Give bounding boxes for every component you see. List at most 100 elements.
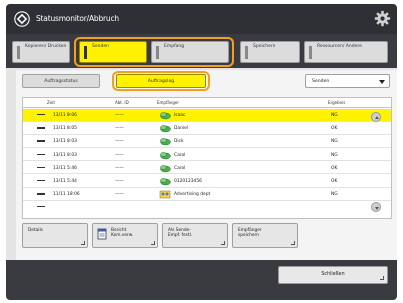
tab-label: Empfang [164,44,185,49]
window-title: Statusmonitor/Abbruch [36,14,119,23]
table-row[interactable]: 13/11 5:46 —— Carol OK [23,162,391,175]
cell-result: OK [331,165,338,171]
tab-label: Speichern [253,44,276,49]
cell-recipient: 0120123456 [174,179,202,184]
corner-indicator [380,276,384,280]
comm-report-button[interactable]: Bericht Kom.verw. [92,223,158,248]
gear-icon[interactable] [374,10,391,27]
column-header-job-id: Abt. ID [115,100,129,105]
cell-recipient: Carol [174,152,186,158]
cell-time: 11/11 18:06 [53,192,80,198]
cell-recipient: Daniel [174,126,188,132]
cell-result: NG [331,139,338,145]
cell-time: 13/11 8:03 [53,152,77,158]
table-row[interactable]: 11/11 18:06 —— Advertising dept NG [23,188,391,201]
job-type-icon [37,127,45,129]
corner-indicator [221,241,225,245]
subtab-job-log[interactable]: Auftragslog [116,74,206,88]
job-type-icon [37,193,45,195]
cell-job-id: —— [115,165,124,171]
table-row[interactable]: 13/11 5:44 —— 0120123456 OK [23,175,391,188]
contact-icon [160,165,171,173]
tab-indicator [156,46,159,59]
status-monitor-icon [14,11,30,27]
job-type-icon [37,180,45,182]
table-row[interactable]: 13/11 8:05 —— Daniel OK [23,122,391,135]
column-header-result: Ergebnis [328,100,346,105]
tab-label: Ressourcen/ Andere [317,44,362,49]
contact-icon [160,138,171,146]
tab-resources[interactable]: Ressourcen/ Andere [304,41,388,63]
group-icon [159,190,171,199]
table-row[interactable]: 13/11 8:03 —— Carol NG [23,149,391,162]
table-header: Zeit Abt. ID Empfänger Ergebnis [23,98,391,108]
tab-indicator [309,46,312,59]
title-bar: Statusmonitor/Abbruch [6,4,397,34]
close-label: Schließen [321,272,345,277]
cell-result: NG [331,192,338,198]
cell-job-id: —— [115,152,124,158]
register-label-2: Empf. festl. [168,233,193,238]
table-row-partial [23,201,391,208]
details-label: Details [28,228,43,233]
dropdown-value: Senden [312,79,330,84]
cell-result: OK [331,179,338,184]
corner-indicator [151,241,155,245]
cell-time: 13/11 8:05 [53,126,77,132]
job-type-icon [37,166,45,169]
scroll-down-button[interactable] [371,202,381,212]
cell-result: OK [331,126,338,132]
column-header-time: Zeit [47,100,55,105]
cell-job-id: —— [115,192,124,198]
main-tab-bar: Kopieren/ Drucken Senden Empfang Speiche… [6,34,397,68]
footer-bar: Schließen [6,260,397,300]
corner-indicator [291,241,295,245]
cell-recipient: Dick [174,139,184,145]
cell-result: NG [331,152,338,158]
cell-time: 13/11 5:46 [53,165,77,171]
scroll-up-button[interactable] [371,112,381,122]
close-button[interactable]: Schließen [278,266,388,284]
cell-recipient: Carol [174,165,186,171]
cell-job-id: —— [115,139,124,145]
job-type-icon [37,140,45,142]
send-type-dropdown[interactable]: Senden [305,74,390,88]
corner-indicator [81,241,85,245]
contact-icon [160,151,171,159]
subtab-job-status[interactable]: Auftragsstatus [22,74,100,88]
tab-indicator [84,46,87,59]
tab-store[interactable]: Speichern [240,41,300,63]
job-log-table: Zeit Abt. ID Empfänger Ergebnis 13/11 8:… [22,97,392,219]
tab-label: Kopieren/ Drucken [25,44,67,49]
cell-recipient: Isaac [174,113,186,118]
cell-job-id: —— [115,179,124,184]
report-icon [97,228,107,240]
tab-indicator [245,46,248,59]
contact-icon [160,112,171,120]
chevron-down-icon [379,80,385,84]
tab-receive[interactable]: Empfang [151,41,229,63]
cell-time: 13/11 8:03 [53,139,77,145]
subtab-label: Auftragslog [147,79,175,84]
table-row[interactable]: 13/11 8:06 —— Isaac NG [23,109,391,122]
subtab-label: Auftragsstatus [44,79,78,84]
register-recipient-button[interactable]: Als Sende- Empf. festl. [162,223,228,248]
table-row[interactable]: 13/11 8:03 —— Dick NG [23,135,391,148]
details-button[interactable]: Details [22,223,88,248]
cell-recipient: Advertising dept [174,192,211,198]
tab-copy-print[interactable]: Kopieren/ Drucken [12,41,70,63]
contact-icon [160,178,171,186]
save-label-2: speichern [238,233,259,238]
job-type-icon [37,114,45,116]
content-panel: Auftragsstatus Auftragslog Senden Zeit A… [16,70,397,260]
cell-job-id: —— [115,113,124,118]
tab-label: Senden [92,44,109,49]
column-header-recipient: Empfänger [157,100,180,105]
device-screen: Statusmonitor/Abbruch Kopieren/ Drucken [6,4,397,300]
cell-job-id: —— [115,126,124,132]
tab-indicator [17,46,20,59]
cell-time: 13/11 8:06 [53,113,77,118]
action-bar: Details Bericht Kom.verw. Als Sende- Emp… [22,223,392,249]
tab-send[interactable]: Senden [79,41,147,63]
save-recipient-button[interactable]: Empfänger speichern [232,223,298,248]
